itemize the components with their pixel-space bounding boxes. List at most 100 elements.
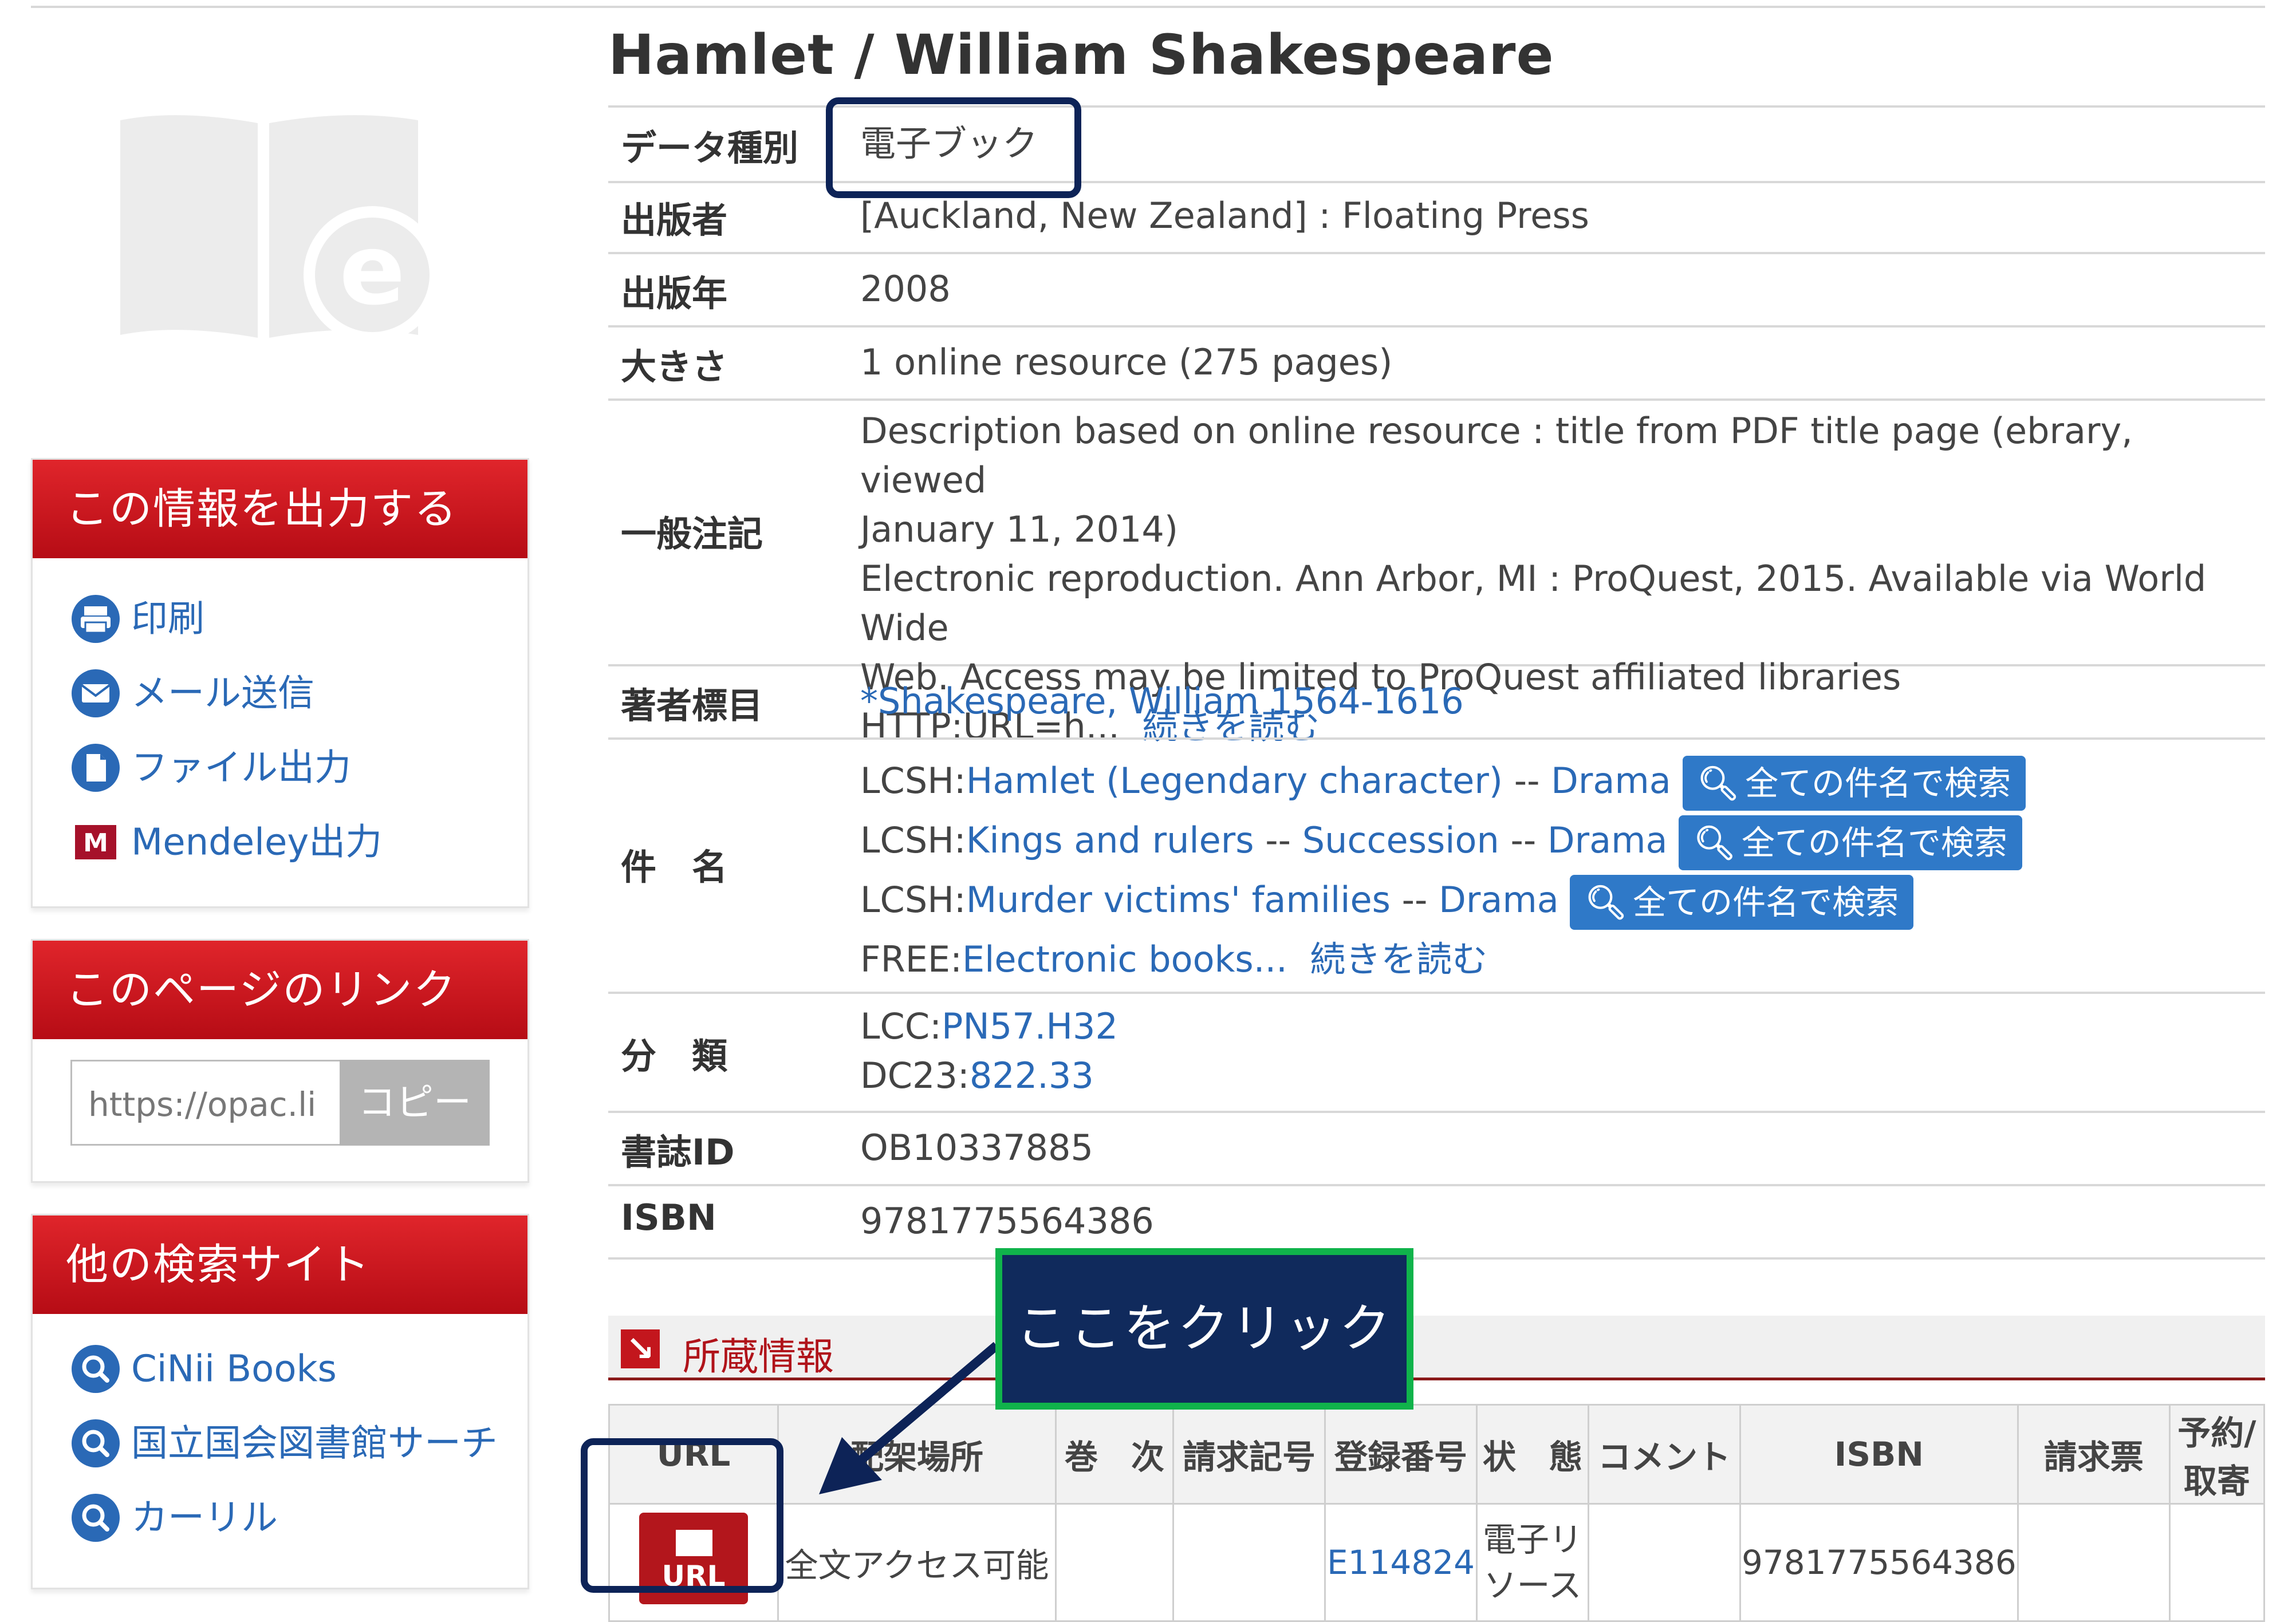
svg-text:M: M bbox=[83, 828, 108, 858]
cinii-label: CiNii Books bbox=[131, 1348, 337, 1391]
size-label: 大きさ bbox=[621, 346, 728, 388]
search-icon: 🔍︎ bbox=[1694, 823, 1736, 862]
size-value: 1 online resource (275 pages) bbox=[860, 341, 1393, 383]
output-panel-title: この情報を出力する bbox=[33, 460, 527, 558]
search-icon bbox=[72, 1419, 120, 1468]
subject-sub-link[interactable]: Drama bbox=[1547, 819, 1668, 861]
location-cell: 全文アクセス可能 bbox=[777, 1503, 1057, 1622]
file-icon bbox=[72, 744, 120, 792]
search-all-subjects-button[interactable]: 🔍︎ 全ての件名で検索 bbox=[1570, 874, 1914, 930]
copy-button[interactable]: コピー bbox=[340, 1060, 490, 1146]
highlight-data-type bbox=[826, 97, 1081, 198]
subject-link[interactable]: Electronic books... bbox=[962, 938, 1287, 980]
col-status: 状 態 bbox=[1476, 1404, 1589, 1505]
other-search-panel: 他の検索サイト CiNii Books 国立国会図書館サーチ カーリル bbox=[31, 1214, 529, 1589]
ebook-cover-icon: e bbox=[120, 115, 441, 344]
subject-link[interactable]: Murder victims' families bbox=[966, 879, 1391, 921]
registration-cell: E114824 bbox=[1324, 1503, 1478, 1622]
isbn-label: ISBN bbox=[621, 1197, 716, 1238]
file-output-label: ファイル出力 bbox=[131, 747, 351, 790]
bibid-value: OB10337885 bbox=[860, 1127, 1093, 1169]
subject-sub-link[interactable]: Drama bbox=[1439, 879, 1559, 921]
year-value: 2008 bbox=[860, 268, 951, 310]
col-isbn: ISBN bbox=[1739, 1404, 2019, 1505]
subject-link[interactable]: Hamlet (Legendary character) bbox=[966, 760, 1503, 802]
other-search-title: 他の検索サイト bbox=[33, 1215, 527, 1314]
author-link[interactable]: *Shakespeare, William 1564-1616 bbox=[860, 680, 1464, 722]
publisher-label: 出版者 bbox=[621, 199, 728, 241]
subject-sub-link[interactable]: Drama bbox=[1551, 760, 1671, 802]
search-all-subjects-button[interactable]: 🔍︎ 全ての件名で検索 bbox=[1682, 755, 2026, 811]
click-here-callout: ここをクリック bbox=[995, 1248, 1413, 1410]
search-icon bbox=[72, 1494, 120, 1542]
isbn-value: 9781775564386 bbox=[860, 1200, 1154, 1242]
subject-line: LCSH:Kings and rulers -- Succession -- D… bbox=[860, 811, 2254, 870]
search-all-subjects-button[interactable]: 🔍︎ 全ての件名で検索 bbox=[1679, 815, 2022, 870]
print-link[interactable]: 印刷 bbox=[70, 591, 204, 644]
ndl-search-link[interactable]: 国立国会図書館サーチ bbox=[70, 1416, 498, 1468]
print-label: 印刷 bbox=[131, 598, 204, 641]
status-cell: 電子リソース bbox=[1476, 1503, 1589, 1622]
col-reserve: 予約/取寄 bbox=[2168, 1404, 2266, 1505]
year-label: 出版年 bbox=[621, 273, 728, 314]
subjects-read-more-link[interactable]: 続きを読む bbox=[1310, 938, 1487, 980]
mail-icon bbox=[72, 669, 120, 718]
subjects-value: LCSH:Hamlet (Legendary character) -- Dra… bbox=[860, 751, 2254, 989]
classification-label: 分 類 bbox=[621, 1035, 728, 1077]
col-volume: 巻 次 bbox=[1055, 1404, 1174, 1505]
mendeley-link[interactable]: M Mendeley出力 bbox=[70, 815, 382, 866]
mendeley-icon: M bbox=[75, 825, 116, 860]
isbn-cell: 9781775564386 bbox=[1739, 1503, 2019, 1622]
subject-line: LCSH:Hamlet (Legendary character) -- Dra… bbox=[860, 751, 2254, 811]
col-comment: コメント bbox=[1588, 1404, 1741, 1505]
output-panel: この情報を出力する 印刷 メール送信 ファイル出力 M Mendeley出力 bbox=[31, 458, 529, 908]
arrow-down-right-icon: ↘ bbox=[621, 1329, 660, 1368]
search-icon: 🔍︎ bbox=[1697, 763, 1740, 803]
col-registration: 登録番号 bbox=[1324, 1404, 1478, 1505]
mail-label: メール送信 bbox=[131, 672, 314, 715]
file-output-link[interactable]: ファイル出力 bbox=[70, 740, 351, 792]
row-size: 大きさ 1 online resource (275 pages) bbox=[608, 327, 2265, 401]
mail-link[interactable]: メール送信 bbox=[70, 666, 314, 718]
calil-label: カーリル bbox=[131, 1497, 278, 1540]
mendeley-label: Mendeley出力 bbox=[131, 821, 383, 864]
call-number-cell bbox=[1172, 1503, 1326, 1622]
calil-link[interactable]: カーリル bbox=[70, 1490, 278, 1542]
bibid-label: 書誌ID bbox=[621, 1131, 735, 1173]
author-label: 著者標目 bbox=[621, 685, 763, 727]
cinii-link[interactable]: CiNii Books bbox=[70, 1341, 337, 1394]
subjects-label: 件 名 bbox=[621, 846, 728, 888]
col-call-number: 請求記号 bbox=[1172, 1404, 1326, 1505]
volume-cell bbox=[1055, 1503, 1174, 1622]
page-link-panel: このページのリンク https://opac.li コピー bbox=[31, 939, 529, 1183]
subject-link[interactable]: Kings and rulers bbox=[966, 819, 1254, 861]
reserve-cell bbox=[2168, 1503, 2266, 1622]
page-link-title: このページのリンク bbox=[33, 941, 527, 1039]
subject-sub-link[interactable]: Succession bbox=[1302, 819, 1499, 861]
dc-link[interactable]: 822.33 bbox=[970, 1055, 1094, 1096]
publisher-value: [Auckland, New Zealand] : Floating Press bbox=[860, 195, 1589, 236]
notes-label: 一般注記 bbox=[621, 513, 763, 555]
search-icon: 🔍︎ bbox=[1585, 882, 1628, 922]
top-divider bbox=[31, 6, 2265, 8]
notes-line: Electronic reproduction. Ann Arbor, MI :… bbox=[860, 558, 2207, 649]
ndl-search-label: 国立国会図書館サーチ bbox=[131, 1422, 498, 1465]
registration-link[interactable]: E114824 bbox=[1327, 1543, 1475, 1582]
lcc-link[interactable]: PN57.H32 bbox=[942, 1005, 1118, 1047]
highlight-url-button bbox=[581, 1438, 783, 1593]
row-bibid: 書誌ID OB10337885 bbox=[608, 1113, 2265, 1186]
table-row: URL 全文アクセス可能 E114824 電子リソース 978177556438… bbox=[608, 1503, 2266, 1622]
svg-text:e: e bbox=[339, 214, 405, 327]
page-url-field[interactable]: https://opac.li bbox=[70, 1060, 340, 1146]
notes-line: January 11, 2014) bbox=[860, 508, 1179, 550]
subject-line: LCSH:Murder victims' families -- Drama 🔍… bbox=[860, 870, 2254, 930]
row-notes: 一般注記 Description based on online resourc… bbox=[608, 401, 2265, 747]
row-year: 出版年 2008 bbox=[608, 254, 2265, 327]
search-icon bbox=[72, 1345, 120, 1394]
row-author: 著者標目 *Shakespeare, William 1564-1616 bbox=[608, 666, 2265, 740]
printer-icon bbox=[72, 595, 120, 644]
data-type-label: データ種別 bbox=[621, 127, 799, 169]
classification-value: LCC:PN57.H32 DC23:822.33 bbox=[860, 1005, 1118, 1096]
notes-line: Description based on online resource : t… bbox=[860, 410, 2133, 501]
page-title: Hamlet / William Shakespeare bbox=[608, 23, 1554, 87]
